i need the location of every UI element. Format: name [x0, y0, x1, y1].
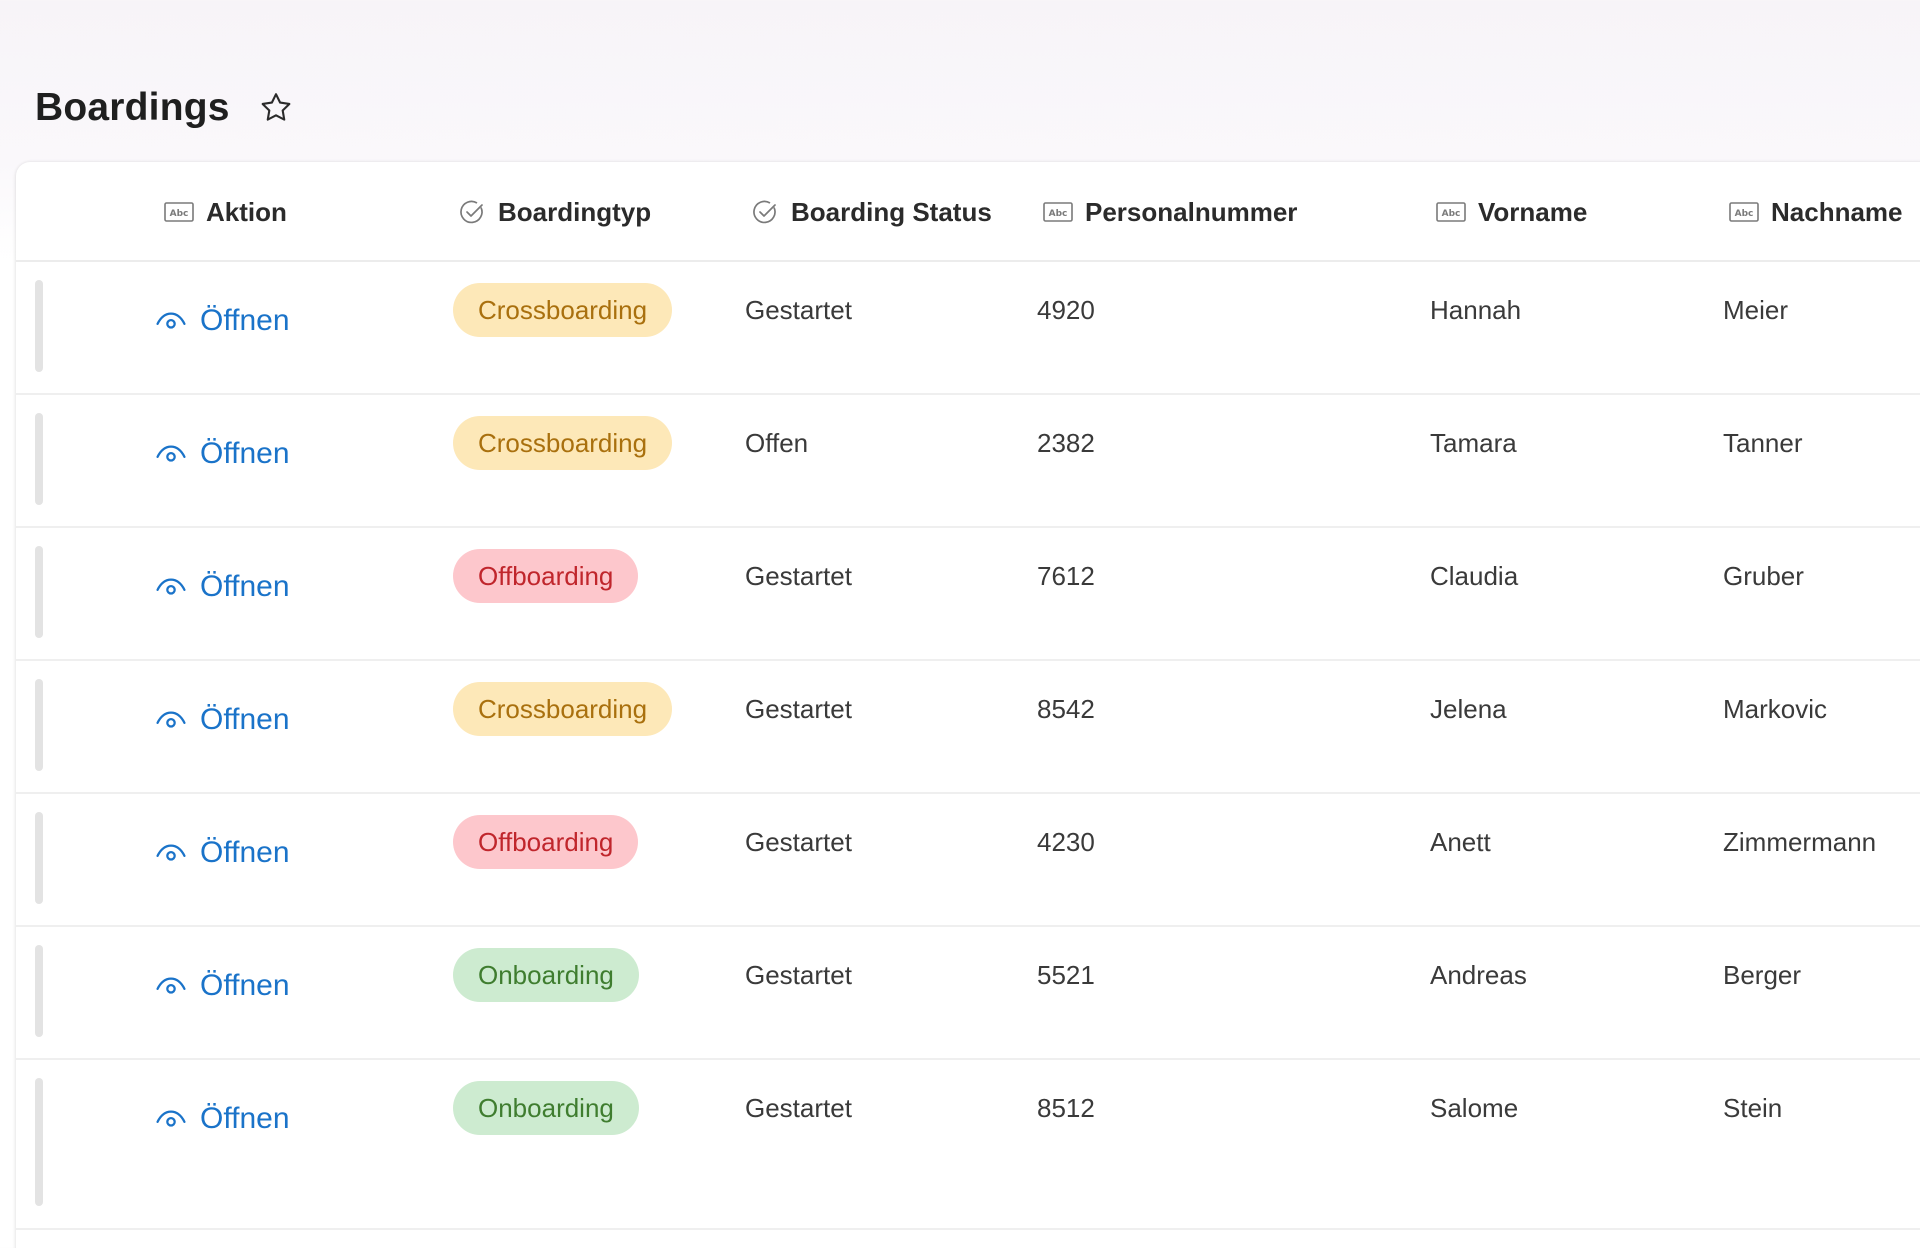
boarding-type-badge: Onboarding	[453, 1081, 639, 1135]
vorname-cell: Tamara	[1430, 428, 1517, 458]
row-selector[interactable]	[35, 679, 43, 771]
star-icon[interactable]	[256, 88, 296, 128]
column-header-boarding-status[interactable]: Boarding Status	[751, 162, 992, 262]
boarding-type-badge: Offboarding	[453, 815, 639, 869]
table-row[interactable]: Öffnen Offboarding Gestartet 4230 Anett …	[16, 794, 1920, 927]
abc-text-icon: Abc	[1729, 202, 1759, 222]
column-header-nachname[interactable]: Abc Nachname	[1729, 162, 1903, 262]
boarding-type-badge: Onboarding	[453, 948, 639, 1002]
eye-icon	[156, 312, 186, 329]
open-link[interactable]: Öffnen	[154, 437, 290, 471]
column-header-label: Boardingtyp	[498, 196, 652, 227]
row-selector[interactable]	[35, 812, 43, 904]
personalnummer-cell: 5521	[1037, 960, 1095, 990]
eye-icon	[156, 711, 186, 728]
nachname-cell: Gruber	[1723, 561, 1804, 591]
personalnummer-cell: 4920	[1037, 295, 1095, 325]
vorname-cell: Anett	[1430, 827, 1491, 857]
open-link[interactable]: Öffnen	[154, 1102, 290, 1136]
abc-text-icon: Abc	[1436, 202, 1466, 222]
page-header: Boardings	[35, 82, 296, 134]
table-row[interactable]: Öffnen Crossboarding Offen 2382 Tamara T…	[16, 395, 1920, 528]
boarding-status-cell: Gestartet	[745, 827, 852, 857]
vorname-cell: Salome	[1430, 1093, 1519, 1123]
boarding-status-cell: Gestartet	[745, 694, 852, 724]
boarding-status-cell: Offen	[745, 428, 809, 458]
open-link[interactable]: Öffnen	[154, 703, 290, 737]
open-link[interactable]: Öffnen	[154, 304, 290, 338]
table-row[interactable]: Öffnen Onboarding Gestartet 8512 Salome …	[16, 1060, 1920, 1230]
personalnummer-cell: 7612	[1037, 561, 1095, 591]
table-row[interactable]: Öffnen Crossboarding Gestartet 8542 Jele…	[16, 661, 1920, 794]
eye-icon	[156, 844, 186, 861]
page-title: Boardings	[35, 86, 230, 129]
svg-text:Abc: Abc	[170, 209, 189, 219]
open-link-label: Öffnen	[200, 437, 290, 470]
boarding-status-cell: Gestartet	[745, 561, 852, 591]
abc-text-icon: Abc	[1043, 202, 1073, 222]
table-row[interactable]: Öffnen Crossboarding Gestartet 4920 Hann…	[16, 262, 1920, 395]
open-link-label: Öffnen	[200, 703, 290, 736]
nachname-cell: Markovic	[1723, 694, 1828, 724]
column-header-boardingtyp[interactable]: Boardingtyp	[458, 162, 651, 262]
row-selector[interactable]	[35, 1078, 43, 1206]
boarding-status-cell: Gestartet	[745, 1093, 852, 1123]
personalnummer-cell: 2382	[1037, 428, 1095, 458]
eye-icon	[156, 445, 186, 462]
open-link-label: Öffnen	[200, 836, 290, 869]
boarding-type-badge: Crossboarding	[453, 283, 673, 337]
boarding-status-cell: Gestartet	[745, 295, 852, 325]
nachname-cell: Zimmermann	[1723, 827, 1877, 857]
eye-icon	[156, 578, 186, 595]
row-selector[interactable]	[35, 546, 43, 638]
boarding-type-badge: Crossboarding	[453, 682, 673, 736]
boarding-status-cell: Gestartet	[745, 960, 852, 990]
row-selector[interactable]	[35, 280, 43, 372]
personalnummer-cell: 4230	[1037, 827, 1095, 857]
nachname-cell: Stein	[1723, 1093, 1783, 1123]
open-link[interactable]: Öffnen	[154, 969, 290, 1003]
column-header-label: Boarding Status	[791, 196, 992, 227]
column-header-label: Nachname	[1771, 196, 1903, 227]
vorname-cell: Claudia	[1430, 561, 1519, 591]
nachname-cell: Tanner	[1723, 428, 1803, 458]
row-selector[interactable]	[35, 413, 43, 505]
row-selector[interactable]	[35, 945, 43, 1037]
table-row[interactable]: Öffnen Offboarding Gestartet 7612 Claudi…	[16, 528, 1920, 661]
table-row[interactable]: Öffnen Onboarding Gestartet 5521 Andreas…	[16, 927, 1920, 1060]
column-header-label: Aktion	[206, 196, 287, 227]
check-circle-icon	[751, 198, 779, 226]
column-header-aktion[interactable]: Abc Aktion	[164, 162, 287, 262]
boardings-grid: Abc Aktion Boardingtyp Boarding Status A…	[16, 162, 1920, 1248]
vorname-cell: Jelena	[1430, 694, 1507, 724]
boarding-type-badge: Crossboarding	[453, 416, 673, 470]
column-header-vorname[interactable]: Abc Vorname	[1436, 162, 1587, 262]
personalnummer-cell: 8512	[1037, 1093, 1095, 1123]
vorname-cell: Andreas	[1430, 960, 1527, 990]
eye-icon	[156, 977, 186, 994]
svg-text:Abc: Abc	[1049, 209, 1068, 219]
column-header-personalnummer[interactable]: Abc Personalnummer	[1043, 162, 1297, 262]
open-link-label: Öffnen	[200, 304, 290, 337]
abc-text-icon: Abc	[164, 202, 194, 222]
column-header-label: Vorname	[1478, 196, 1588, 227]
boarding-type-badge: Offboarding	[453, 549, 639, 603]
svg-text:Abc: Abc	[1442, 209, 1461, 219]
svg-text:Abc: Abc	[1735, 209, 1754, 219]
nachname-cell: Berger	[1723, 960, 1802, 990]
nachname-cell: Meier	[1723, 295, 1789, 325]
eye-icon	[156, 1110, 186, 1127]
open-link[interactable]: Öffnen	[154, 570, 290, 604]
open-link-label: Öffnen	[200, 969, 290, 1002]
column-header-label: Personalnummer	[1085, 196, 1298, 227]
open-link[interactable]: Öffnen	[154, 836, 290, 870]
open-link-label: Öffnen	[200, 570, 290, 603]
open-link-label: Öffnen	[200, 1102, 290, 1135]
grid-header: Abc Aktion Boardingtyp Boarding Status A…	[16, 162, 1920, 262]
check-circle-icon	[458, 198, 486, 226]
vorname-cell: Hannah	[1430, 295, 1522, 325]
personalnummer-cell: 8542	[1037, 694, 1095, 724]
